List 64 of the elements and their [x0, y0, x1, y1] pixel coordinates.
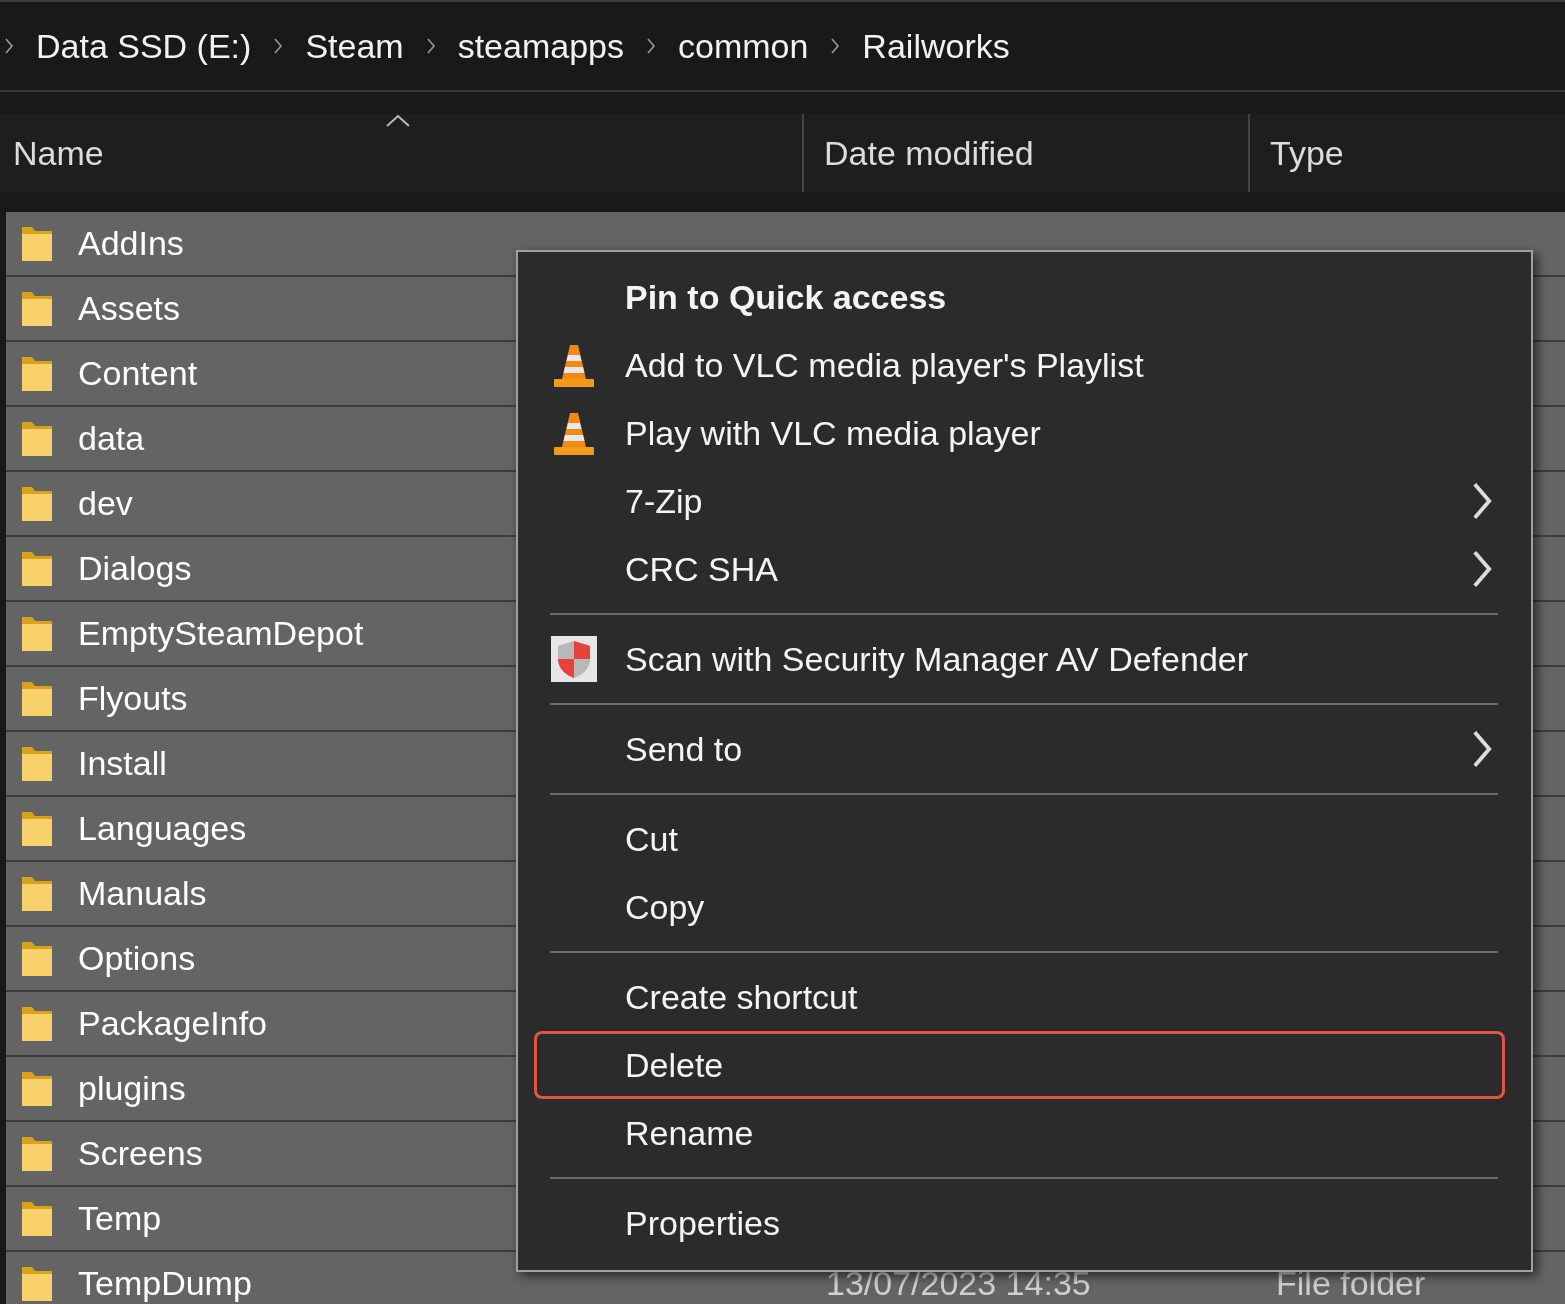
- file-name: TempDump: [78, 1264, 252, 1303]
- folder-icon: [20, 1199, 54, 1238]
- folder-icon: [20, 874, 54, 913]
- menu-item[interactable]: Rename: [534, 1099, 1505, 1167]
- file-name: Screens: [78, 1134, 203, 1173]
- folder-icon: [20, 679, 54, 718]
- file-name: PackageInfo: [78, 1004, 268, 1043]
- file-name: EmptySteamDepot: [78, 614, 364, 653]
- shield-icon: [550, 635, 598, 683]
- file-name: Languages: [78, 809, 247, 848]
- breadcrumb-item[interactable]: common: [678, 26, 809, 66]
- folder-icon: [20, 614, 54, 653]
- chevron-icon: [646, 38, 656, 54]
- folder-icon: [20, 744, 54, 783]
- column-header[interactable]: Name: [0, 114, 802, 192]
- file-name: Options: [78, 939, 196, 978]
- folder-icon: [20, 1264, 54, 1303]
- folder-icon: [20, 1004, 54, 1043]
- date-modified: 13/07/2023 14:35: [825, 1264, 1092, 1303]
- menu-item[interactable]: Cut: [534, 805, 1505, 873]
- file-type: File folder: [1275, 1264, 1426, 1303]
- menu-item[interactable]: Send to: [534, 715, 1505, 783]
- menu-item[interactable]: Play with VLC media player: [534, 399, 1505, 467]
- chevron-icon: [830, 38, 841, 54]
- chevron-icon: [1470, 729, 1494, 769]
- file-name: Flyouts: [78, 679, 188, 718]
- chevron-icon: [1470, 549, 1494, 589]
- chevron-icon: [4, 38, 14, 54]
- folder-icon: [20, 549, 54, 588]
- menu-item[interactable]: CRC SHA: [534, 535, 1505, 603]
- folder-icon: [20, 289, 54, 328]
- file-name: Content: [78, 354, 198, 393]
- breadcrumb-item[interactable]: Data SSD (E:): [36, 26, 252, 66]
- menu-item[interactable]: Add to VLC media player's Playlist: [534, 331, 1505, 399]
- folder-icon: [20, 224, 54, 263]
- folder-icon: [20, 939, 54, 978]
- file-name: dev: [78, 484, 133, 523]
- file-name: Assets: [78, 289, 181, 328]
- folder-icon: [20, 809, 54, 848]
- breadcrumb-item[interactable]: Railworks: [862, 26, 1010, 66]
- file-name: Temp: [78, 1199, 162, 1238]
- breadcrumb-item[interactable]: steamapps: [457, 26, 624, 66]
- column-header[interactable]: Date modified: [802, 114, 1248, 192]
- column-header[interactable]: Type: [1248, 114, 1565, 192]
- menu-item[interactable]: Copy: [534, 873, 1505, 941]
- folder-icon: [20, 484, 54, 523]
- folder-icon: [20, 419, 54, 458]
- menu-item[interactable]: Create shortcut: [534, 963, 1505, 1031]
- folder-icon: [20, 1069, 54, 1108]
- chevron-icon: [273, 38, 284, 54]
- chevron-icon: [425, 38, 436, 54]
- chevron-icon: [1470, 481, 1494, 521]
- file-name: data: [78, 419, 145, 458]
- menu-item[interactable]: Scan with Security Manager AV Defender: [534, 625, 1505, 693]
- file-name: Dialogs: [78, 549, 192, 588]
- file-name: Manuals: [78, 874, 207, 913]
- menu-item[interactable]: 7-Zip: [534, 467, 1505, 535]
- folder-icon: [20, 1134, 54, 1173]
- file-name: Install: [78, 744, 167, 783]
- folder-icon: [20, 354, 54, 393]
- file-name: plugins: [78, 1069, 186, 1108]
- breadcrumb-item[interactable]: Steam: [305, 26, 404, 66]
- menu-item[interactable]: Delete: [534, 1031, 1505, 1099]
- file-name: AddIns: [78, 224, 184, 263]
